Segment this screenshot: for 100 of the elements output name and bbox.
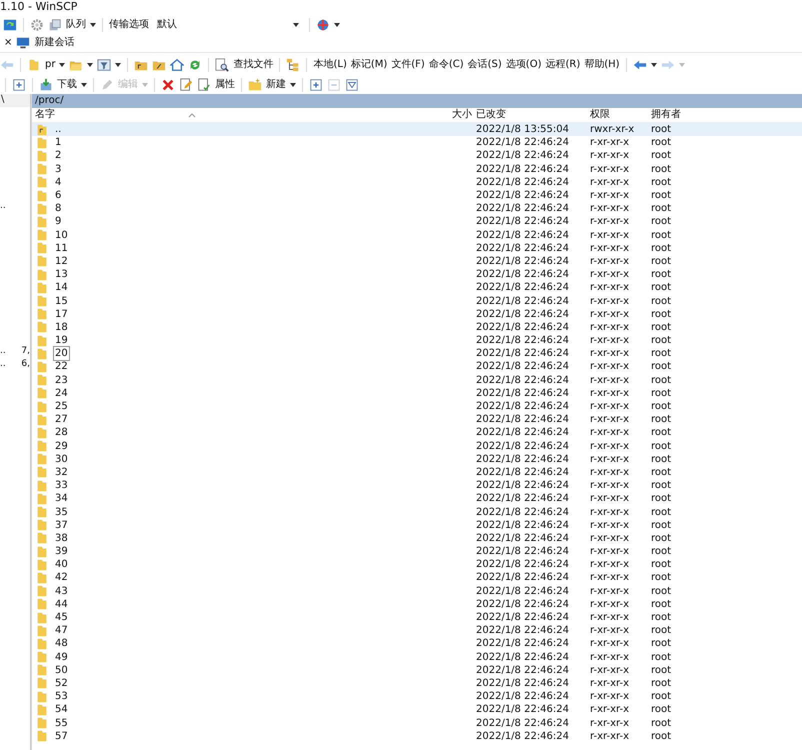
caret-icon[interactable] <box>81 83 87 87</box>
home-icon[interactable] <box>170 58 184 72</box>
file-name[interactable]: 6 <box>53 188 64 204</box>
owner: root <box>651 466 672 478</box>
file-name[interactable]: 29 <box>53 438 70 454</box>
caret-icon[interactable] <box>650 63 657 67</box>
file-name[interactable]: 8 <box>53 201 64 216</box>
caret-icon[interactable] <box>90 23 96 27</box>
modified-date: 2022/1/8 22:46:24 <box>476 203 570 214</box>
file-name[interactable]: 53 <box>53 689 70 704</box>
search-icon[interactable] <box>215 58 230 72</box>
expand-icon[interactable] <box>309 78 323 92</box>
file-name[interactable]: 37 <box>53 518 70 533</box>
delete-icon[interactable] <box>161 78 175 92</box>
globe-icon[interactable] <box>316 18 330 32</box>
file-name[interactable]: 35 <box>53 504 70 520</box>
caret-icon[interactable] <box>334 23 340 27</box>
file-name[interactable]: 44 <box>53 596 70 612</box>
queue-button[interactable]: 队列 <box>66 19 86 31</box>
new-button[interactable]: 新建 <box>266 79 286 91</box>
file-name[interactable]: 40 <box>53 557 70 572</box>
file-name[interactable]: 30 <box>53 452 70 467</box>
file-name[interactable]: 2 <box>53 148 64 164</box>
caret-icon[interactable] <box>115 63 122 67</box>
synchronize-icon[interactable] <box>3 18 17 32</box>
menu-item[interactable]: 文件(F) <box>391 59 425 71</box>
menu-item[interactable]: 标记(M) <box>350 59 388 71</box>
session-tab[interactable]: 新建会话 <box>34 37 74 49</box>
filter-icon[interactable] <box>345 78 359 92</box>
properties-button[interactable]: 属性 <box>215 79 235 91</box>
file-name[interactable]: 22 <box>53 359 70 374</box>
menu-item[interactable]: 远程(R) <box>545 59 580 71</box>
permissions: r-xr-xr-x <box>590 256 629 267</box>
file-name[interactable]: 11 <box>53 240 70 256</box>
file-name[interactable]: 28 <box>53 425 70 440</box>
file-name[interactable]: 50 <box>53 662 70 678</box>
column-header[interactable]: 已改变 <box>476 109 506 120</box>
file-name[interactable]: 4 <box>53 174 64 190</box>
file-name[interactable]: 57 <box>53 728 70 744</box>
file-name[interactable]: 19 <box>53 333 70 348</box>
file-name[interactable]: 43 <box>53 584 70 599</box>
file-name[interactable]: 25 <box>53 399 70 414</box>
file-name[interactable]: 12 <box>53 254 70 269</box>
file-name[interactable]: 20 <box>53 346 70 362</box>
queue-icon[interactable] <box>48 18 62 32</box>
file-name[interactable]: 52 <box>53 676 70 691</box>
menu-item[interactable]: 会话(S) <box>468 59 502 71</box>
properties-icon[interactable] <box>197 78 211 92</box>
menu-item[interactable]: 本地(L) <box>313 59 347 71</box>
refresh-icon[interactable] <box>188 58 202 72</box>
back-arrow-icon[interactable] <box>632 58 647 72</box>
permissions: r-xr-xr-x <box>590 730 629 742</box>
file-name[interactable]: 38 <box>53 530 70 546</box>
path-dropdown[interactable]: pr <box>45 59 56 71</box>
dropdown-caret-icon[interactable] <box>293 23 299 27</box>
file-name[interactable]: 9 <box>53 214 64 230</box>
file-name[interactable]: 24 <box>53 386 70 401</box>
menu-item[interactable]: 选项(O) <box>506 59 542 71</box>
caret-icon[interactable] <box>87 63 94 67</box>
menu-item[interactable]: 帮助(H) <box>584 59 620 71</box>
expand-icon[interactable] <box>12 78 26 92</box>
file-name[interactable]: 14 <box>53 280 70 296</box>
file-name[interactable]: 17 <box>53 306 70 322</box>
file-name[interactable]: 18 <box>53 320 70 335</box>
file-name[interactable]: 45 <box>53 610 70 626</box>
file-name[interactable]: 39 <box>53 544 70 560</box>
file-name[interactable]: 42 <box>53 570 70 586</box>
file-name[interactable]: .. <box>53 122 64 138</box>
selected-row[interactable]: .. 2022/1/8 13:55:04 rwxr-xr-x root <box>32 123 802 136</box>
column-header[interactable]: 权限 <box>590 109 610 120</box>
rename-icon[interactable] <box>179 78 193 92</box>
download-button[interactable]: 下载 <box>57 79 77 91</box>
menu-item[interactable]: 命令(C) <box>428 59 464 71</box>
file-name[interactable]: 1 <box>53 135 64 150</box>
close-tab-button[interactable]: × <box>4 37 12 49</box>
file-name[interactable]: 55 <box>53 716 70 731</box>
column-header[interactable]: 大小 <box>452 109 472 120</box>
file-name[interactable]: 10 <box>53 228 70 243</box>
file-name[interactable]: 3 <box>53 162 64 177</box>
file-name[interactable]: 27 <box>53 412 70 428</box>
caret-icon[interactable] <box>290 83 296 87</box>
file-name[interactable]: 33 <box>53 478 70 494</box>
column-header[interactable]: 拥有者 <box>651 109 681 120</box>
caret-icon[interactable] <box>59 63 66 67</box>
column-header[interactable]: 名字 <box>35 109 55 121</box>
file-name[interactable]: 49 <box>53 650 70 665</box>
file-name[interactable]: 13 <box>53 267 70 282</box>
find-files-button[interactable]: 查找文件 <box>233 59 274 71</box>
file-name[interactable]: 23 <box>53 372 70 388</box>
settings-icon[interactable] <box>30 18 44 32</box>
file-name[interactable]: 34 <box>53 491 70 506</box>
file-name[interactable]: 54 <box>53 702 70 718</box>
owner: root <box>651 532 672 544</box>
file-name[interactable]: 32 <box>53 464 70 480</box>
download-icon[interactable] <box>39 78 53 92</box>
file-name[interactable]: 15 <box>53 294 70 309</box>
file-name[interactable]: 47 <box>53 623 70 638</box>
tree-icon[interactable] <box>286 58 300 72</box>
file-name[interactable]: 48 <box>53 636 70 652</box>
filter-icon[interactable] <box>97 58 112 72</box>
